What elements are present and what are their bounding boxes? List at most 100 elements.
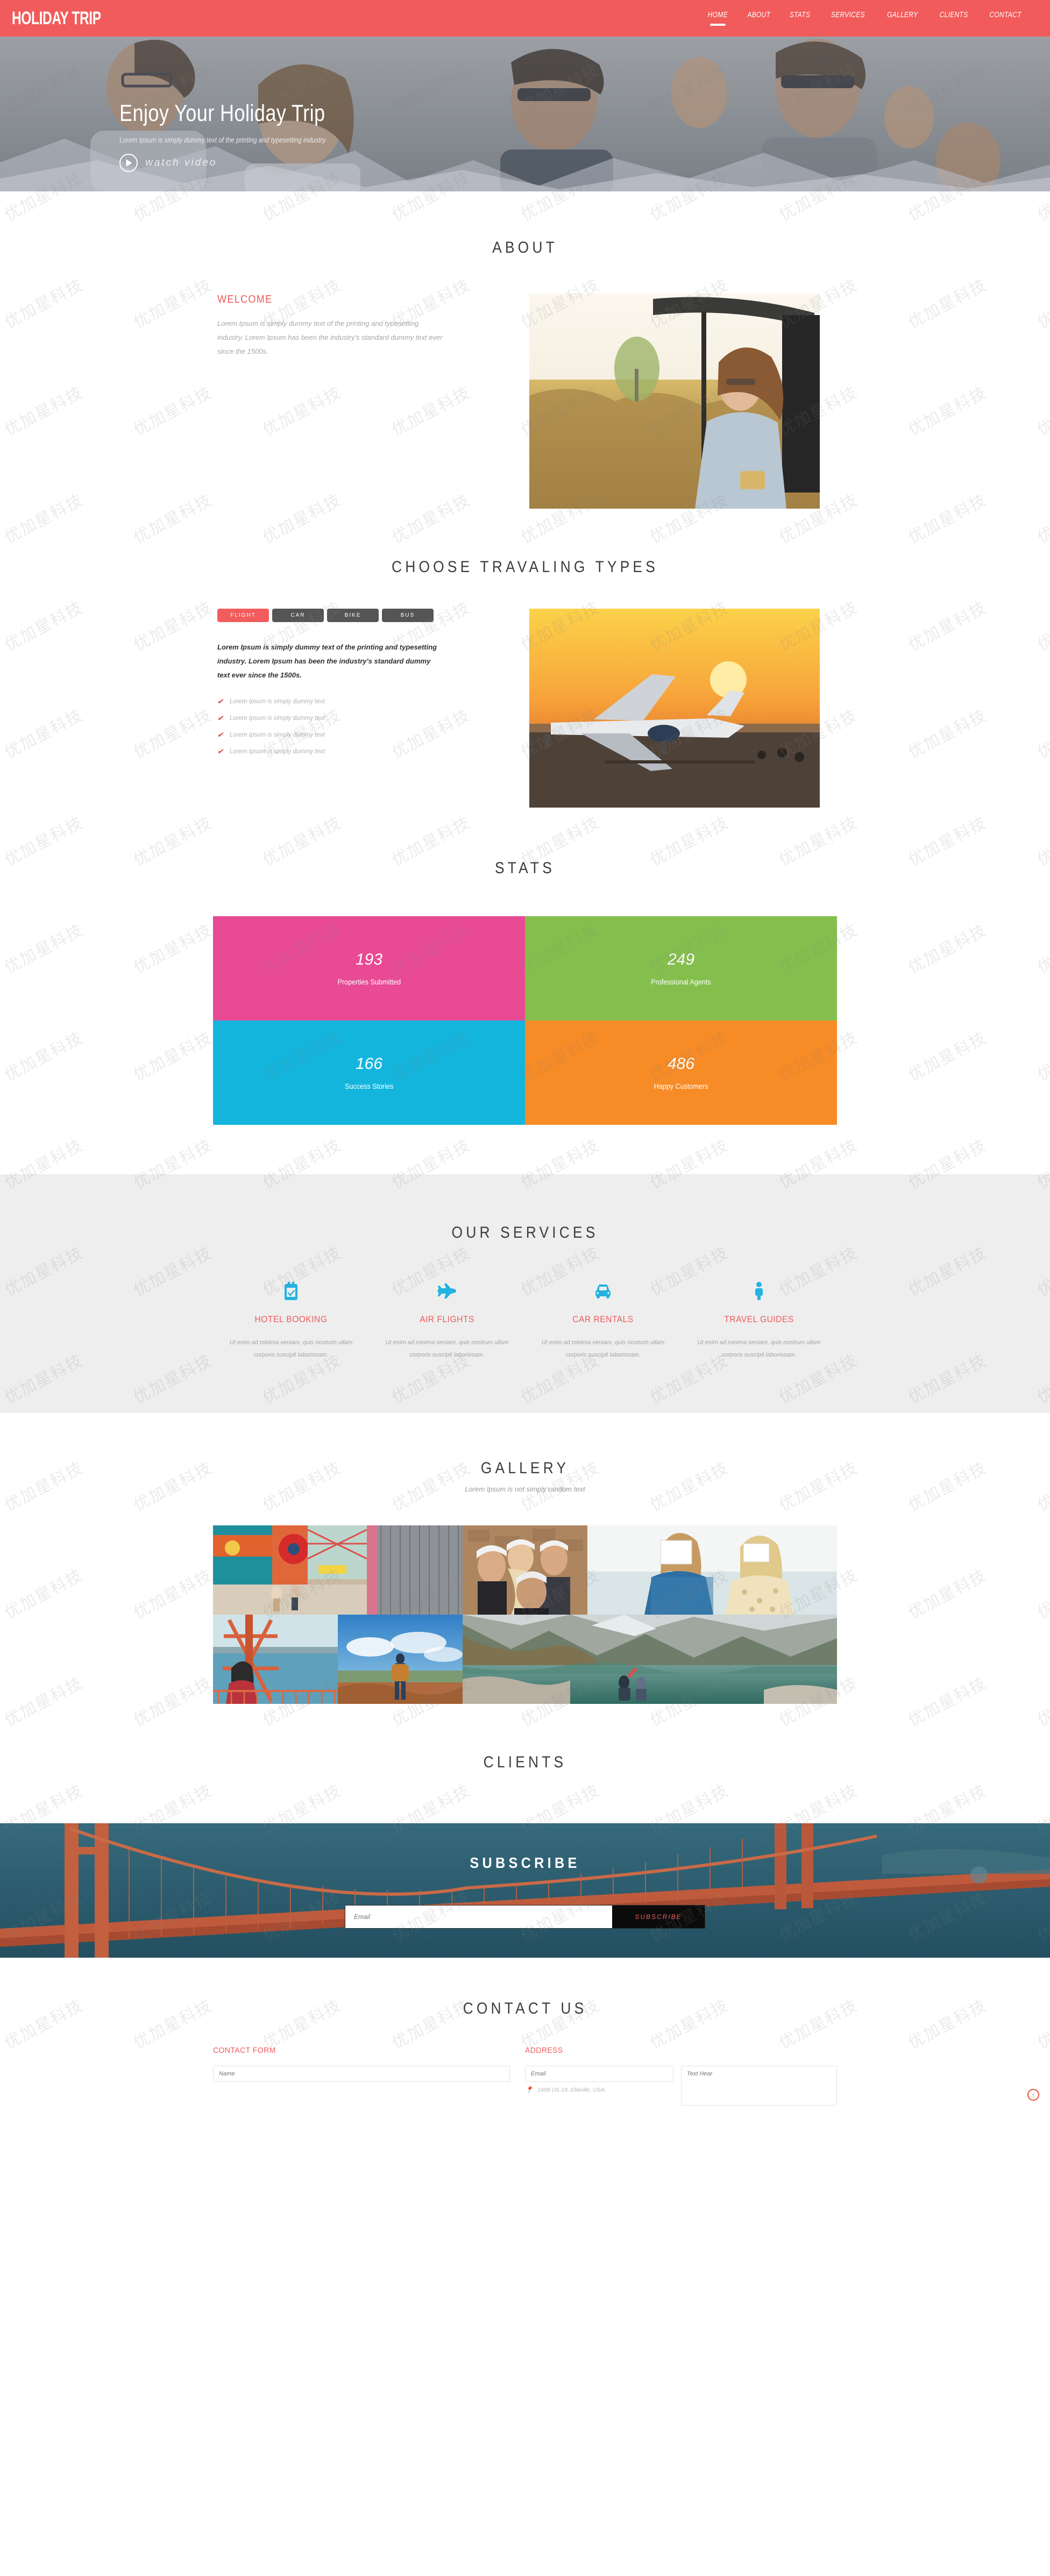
tab-bus[interactable]: BUS [382, 609, 434, 622]
nav-item-clients[interactable]: CLIENTS [939, 10, 968, 27]
list-item: ✔ Lorem Ipsum is simply dummy text [217, 731, 492, 739]
service-text: Ut enim ad minima veniam, quis nostrum u… [229, 1339, 353, 1359]
about-paragraph: Lorem Ipsum is simply dummy text of the … [217, 319, 443, 355]
contact-name-input[interactable] [213, 2066, 510, 2082]
about-welcome-heading: WELCOME [217, 294, 273, 305]
service-text: Ut enim ad minima veniam, quis nostrum u… [385, 1339, 509, 1359]
main-nav: HOME ABOUT STATS SERVICES GALLERY CLIENT… [705, 10, 1038, 27]
arrow-up-icon: ↑ [1031, 2090, 1035, 2099]
about-title: ABOUT [492, 239, 558, 256]
site-header: HOLIDAY TRIP HOME ABOUT STATS SERVICES G… [0, 0, 1050, 37]
car-icon [538, 1280, 668, 1302]
list-item: ✔ Lorem Ipsum is simply dummy text [217, 714, 492, 723]
travel-types-text-block: FLIGHT CAR BIKE BUS Lorem Ipsum is simpl… [217, 609, 529, 808]
nav-item-home[interactable]: HOME [708, 10, 728, 27]
stats-section: STATS 193 Properties Submitted 249 Profe… [0, 808, 1050, 1125]
tab-flight[interactable]: FLIGHT [217, 609, 269, 622]
nav-item-stats[interactable]: STATS [790, 10, 811, 27]
stats-grid: 193 Properties Submitted 249 Professiona… [213, 916, 837, 1125]
tab-bike[interactable]: BIKE [327, 609, 379, 622]
nav-item-about[interactable]: ABOUT [747, 10, 770, 27]
service-title: HOTEL BOOKING [254, 1314, 328, 1324]
contact-section: CONTACT US CONTACT FORM ADDRESS 📍 1608 U… [0, 1958, 1050, 2108]
stat-label: Properties Submitted [337, 977, 401, 986]
nav-item-gallery[interactable]: GALLERY [887, 10, 918, 27]
tab-car[interactable]: CAR [272, 609, 324, 622]
check-icon: ✔ [217, 697, 223, 705]
subscribe-button[interactable]: SUBSCRIBE [612, 1906, 705, 1929]
gallery-item-boardwalk[interactable] [213, 1525, 463, 1615]
subscribe-title: SUBSCRIBE [470, 1854, 580, 1872]
gallery-grid [213, 1525, 837, 1704]
stat-label: Professional Agents [651, 977, 711, 986]
gallery-subtitle: Lorem Ipsum is not simply random text [465, 1485, 585, 1494]
travel-type-tabs: FLIGHT CAR BIKE BUS [217, 609, 492, 622]
travel-types-paragraph: Lorem Ipsum is simply dummy text of the … [217, 643, 437, 679]
travel-types-title: CHOOSE TRAVALING TYPES [392, 558, 658, 576]
subscribe-email-input[interactable] [345, 1906, 612, 1929]
about-image [529, 294, 820, 509]
stat-card-success: 166 Success Stories [213, 1021, 525, 1125]
contact-address-text: 1608 US-19, Ellaville, USA. [537, 2087, 606, 2094]
list-item: ✔ Lorem Ipsum is simply dummy text [217, 747, 492, 756]
contact-email-input[interactable] [525, 2066, 673, 2082]
contact-address-line: 📍 1608 US-19, Ellaville, USA. [525, 2087, 673, 2093]
contact-message-textarea[interactable] [681, 2066, 837, 2106]
services-grid: HOTEL BOOKING Ut enim ad minima veniam, … [213, 1280, 837, 1361]
service-hotel-booking[interactable]: HOTEL BOOKING Ut enim ad minima veniam, … [213, 1280, 369, 1361]
clipboard-check-icon [226, 1280, 356, 1302]
check-icon: ✔ [217, 714, 223, 722]
stat-label: Success Stories [344, 1082, 394, 1090]
stat-value: 166 [355, 1055, 383, 1073]
services-section: OUR SERVICES HOTEL BOOKING Ut enim ad mi… [0, 1174, 1050, 1414]
hero-content: Enjoy Your Holiday Trip Lorem Ipsum is s… [0, 37, 1050, 172]
service-air-flights[interactable]: AIR FLIGHTS Ut enim ad minima veniam, qu… [369, 1280, 525, 1361]
services-title: OUR SERVICES [451, 1224, 599, 1241]
subscribe-form: SUBSCRIBE [345, 1905, 705, 1929]
nav-item-contact[interactable]: CONTACT [989, 10, 1021, 27]
service-travel-guides[interactable]: TRAVEL GUIDES Ut enim ad minima veniam, … [681, 1280, 837, 1361]
list-item-label: Lorem Ipsum is simply dummy text [229, 748, 325, 755]
service-text: Ut enim ad minima veniam, quis nostrum u… [697, 1339, 821, 1359]
airplane-icon [382, 1280, 512, 1302]
gallery-section: GALLERY Lorem Ipsum is not simply random… [0, 1413, 1050, 1704]
travel-types-image [529, 609, 820, 808]
contact-title: CONTACT US [463, 2000, 587, 2018]
map-pin-icon: 📍 [525, 2086, 533, 2094]
check-icon: ✔ [217, 731, 223, 739]
stat-value: 486 [667, 1055, 695, 1073]
stat-card-properties: 193 Properties Submitted [213, 916, 525, 1021]
list-item: ✔ Lorem Ipsum is simply dummy text [217, 697, 492, 706]
travel-types-feature-list: ✔ Lorem Ipsum is simply dummy text ✔ Lorem… [217, 697, 492, 756]
gallery-item-ferris-wheel[interactable] [213, 1615, 338, 1704]
watch-video-label: watch video [145, 157, 217, 168]
travel-types-section: CHOOSE TRAVALING TYPES FLIGHT CAR BIKE B… [0, 509, 1050, 808]
clients-title: CLIENTS [483, 1753, 567, 1772]
stats-title: STATS [495, 859, 555, 877]
nav-item-services[interactable]: SERVICES [831, 10, 865, 27]
stat-value: 193 [355, 951, 383, 968]
stat-value: 249 [667, 951, 695, 968]
list-item-label: Lorem Ipsum is simply dummy text [229, 715, 325, 722]
check-icon: ✔ [217, 747, 223, 755]
service-text: Ut enim ad minima veniam, quis nostrum u… [541, 1339, 665, 1359]
contact-address-heading: ADDRESS [525, 2046, 563, 2056]
gallery-item-mountain-lake[interactable] [463, 1615, 837, 1704]
stat-card-customers: 486 Happy Customers [525, 1021, 837, 1125]
service-car-rentals[interactable]: CAR RENTALS Ut enim ad minima veniam, qu… [525, 1280, 681, 1361]
gallery-title: GALLERY [480, 1459, 570, 1478]
hero-section: Enjoy Your Holiday Trip Lorem Ipsum is s… [0, 37, 1050, 191]
about-text-block: WELCOME Lorem Ipsum is simply dummy text… [217, 294, 529, 509]
service-title: CAR RENTALS [572, 1314, 634, 1324]
service-title: TRAVEL GUIDES [724, 1314, 794, 1324]
stat-label: Happy Customers [654, 1082, 708, 1090]
contact-address-column: ADDRESS 📍 1608 US-19, Ellaville, USA. [525, 2046, 681, 2108]
hero-title: Enjoy Your Holiday Trip [119, 100, 325, 126]
gallery-item-two-women[interactable] [587, 1525, 837, 1615]
watch-video-button[interactable]: watch video [119, 154, 1050, 172]
contact-form-column: CONTACT FORM [213, 2046, 525, 2108]
site-logo[interactable]: HOLIDAY TRIP [12, 8, 101, 29]
list-item-label: Lorem Ipsum is simply dummy text [229, 698, 325, 705]
gallery-item-hiker[interactable] [338, 1615, 463, 1704]
gallery-item-friends[interactable] [463, 1525, 587, 1615]
